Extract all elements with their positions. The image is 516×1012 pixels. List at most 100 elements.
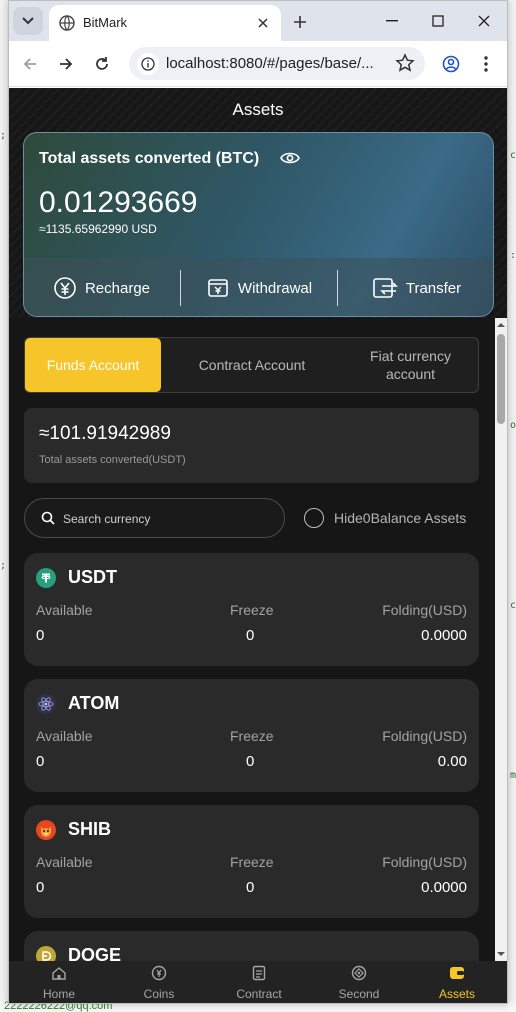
withdrawal-label: Withdrawal [237, 279, 313, 297]
arrow-right-icon [60, 58, 73, 70]
arrow-left-icon [23, 58, 36, 70]
reload-button[interactable] [87, 49, 117, 79]
tab-label: Contract [236, 987, 282, 1001]
freeze-label: Freeze [230, 854, 274, 870]
available-value: 0 [36, 879, 45, 896]
hide-zero-radio[interactable] [304, 508, 324, 528]
folding-label: Folding(USD) [382, 854, 467, 870]
scrollbar-thumb[interactable] [497, 334, 505, 424]
globe-icon [59, 15, 75, 31]
tab-search-button[interactable] [13, 7, 43, 35]
available-label: Available [36, 854, 93, 870]
hide-zero-label: Hide0Balance Assets [334, 510, 467, 526]
close-tab-icon[interactable] [253, 13, 273, 33]
total-btc-title: Total assets converted (BTC) [39, 150, 260, 167]
close-window-button[interactable] [461, 1, 507, 41]
coin-card-usdt[interactable]: USDT Available Freeze Folding(USD) 0 0 0… [24, 553, 479, 666]
target-icon [351, 965, 367, 981]
app-viewport: Assets Total assets converted (BTC) 0.01… [9, 88, 507, 1003]
search-input[interactable] [63, 508, 263, 530]
currency-search [24, 498, 285, 538]
tab-funds-account[interactable]: Funds Account [25, 338, 161, 392]
tab-label: Assets [438, 987, 475, 1001]
eye-icon[interactable] [280, 151, 300, 170]
available-value: 0 [36, 753, 45, 770]
folding-value: 0.0000 [421, 627, 467, 644]
recharge-button[interactable]: Recharge [24, 258, 179, 316]
profile-icon [442, 55, 460, 73]
back-button[interactable] [15, 49, 45, 79]
withdrawal-button[interactable]: Withdrawal [181, 258, 337, 316]
tab-label: Coins [143, 987, 175, 1001]
available-value: 0 [36, 627, 45, 644]
coin-card-atom[interactable]: ATOM Available Freeze Folding(USD) 0 0 0… [24, 679, 479, 792]
tab-contract-account[interactable]: Contract Account [163, 338, 341, 392]
maximize-button[interactable] [415, 1, 461, 41]
home-icon [52, 967, 66, 980]
transfer-button[interactable]: Transfer [338, 258, 493, 316]
freeze-value: 0 [246, 879, 255, 896]
tether-icon [36, 568, 56, 588]
folding-value: 0.00 [437, 753, 467, 770]
total-usdt-amount: ≈101.91942989 [39, 423, 171, 444]
usd-equivalent: ≈1135.65962990 USD [39, 222, 157, 236]
more-vertical-icon [484, 56, 488, 72]
transfer-icon [373, 278, 398, 298]
total-usdt-label: Total assets converted(USDT) [39, 454, 186, 466]
freeze-value: 0 [246, 753, 255, 770]
coin-card-shib[interactable]: SHIB Available Freeze Folding(USD) 0 0 0… [24, 805, 479, 918]
search-icon [41, 511, 55, 530]
tab-assets[interactable]: Assets [407, 961, 507, 1003]
tab-label: Home [42, 987, 75, 1001]
url-text: localhost:8080/#/pages/base/... [166, 55, 374, 72]
address-bar[interactable]: localhost:8080/#/pages/base/... [129, 47, 425, 80]
tab-contract[interactable]: Contract [209, 961, 309, 1003]
freeze-value: 0 [246, 627, 255, 644]
browser-window: BitMark localhost:8080/#/pages/base/... … [8, 0, 508, 1004]
recharge-label: Recharge [84, 279, 151, 297]
forward-button[interactable] [51, 49, 81, 79]
atom-icon [36, 694, 56, 714]
new-tab-button[interactable] [287, 9, 313, 35]
coin-icon [151, 965, 167, 981]
contract-icon [252, 965, 266, 981]
minimize-button[interactable] [369, 1, 415, 41]
scrollbar[interactable] [495, 318, 507, 961]
account-type-tabs: Funds Account Contract Account Fiat curr… [24, 337, 479, 393]
tab-coins[interactable]: Coins [109, 961, 209, 1003]
coin-name: USDT [68, 567, 117, 587]
minimize-icon [386, 20, 398, 22]
btc-balance: 0.01293669 [39, 186, 198, 219]
folding-value: 0.0000 [421, 879, 467, 896]
scroll-up-icon[interactable] [497, 321, 505, 329]
chevron-down-icon [22, 17, 34, 25]
account-total-card: ≈101.91942989 Total assets converted(USD… [24, 408, 479, 483]
tab-fiat-account[interactable]: Fiat currency account [343, 338, 478, 392]
bookmark-star-icon[interactable] [395, 53, 415, 78]
reload-icon [96, 57, 108, 70]
bottom-tab-bar: Home Coins Contract Second Assets [9, 961, 507, 1003]
scroll-down-icon[interactable] [497, 950, 505, 958]
coin-name: SHIB [68, 819, 112, 839]
browser-toolbar: localhost:8080/#/pages/base/... [9, 41, 507, 87]
title-bar: BitMark [9, 1, 507, 41]
page-title: Assets [232, 100, 284, 119]
wallet-icon [450, 967, 464, 979]
hide-zero-toggle[interactable]: Hide0Balance Assets [304, 507, 466, 529]
profile-button[interactable] [436, 49, 466, 79]
available-label: Available [36, 602, 93, 618]
tab-label: Second [338, 987, 380, 1001]
tab-title: BitMark [83, 15, 128, 30]
browser-menu-button[interactable] [471, 49, 501, 79]
browser-tab[interactable]: BitMark [49, 5, 281, 41]
tab-home[interactable]: Home [9, 961, 109, 1003]
plus-icon [294, 16, 306, 28]
transfer-label: Transfer [405, 279, 462, 297]
folding-label: Folding(USD) [382, 602, 467, 618]
assets-summary-card: Total assets converted (BTC) 0.01293669 … [23, 132, 494, 317]
freeze-label: Freeze [230, 728, 274, 744]
withdrawal-icon [208, 279, 228, 297]
tab-second[interactable]: Second [309, 961, 409, 1003]
recharge-icon [54, 277, 76, 299]
site-info-icon[interactable] [137, 53, 159, 75]
